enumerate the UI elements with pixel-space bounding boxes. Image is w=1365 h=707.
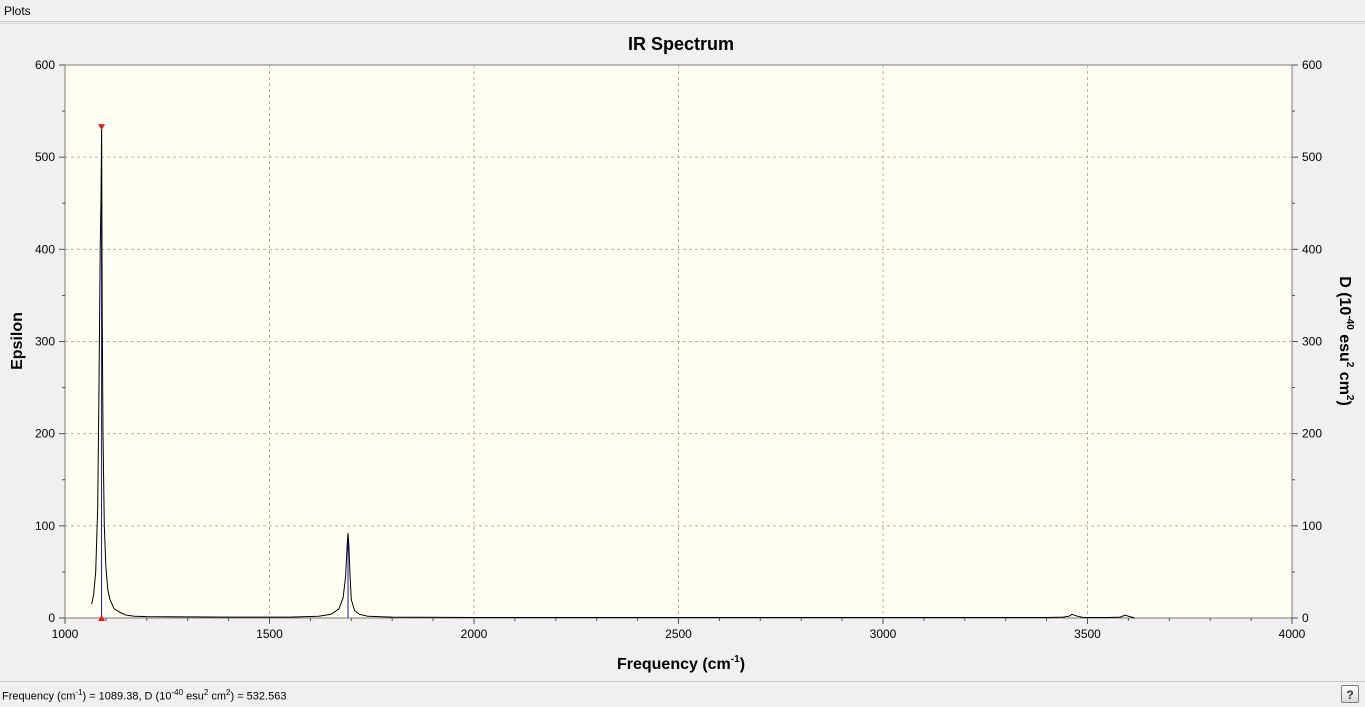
plot-area[interactable]: IR Spectrum 1000 1500 2000 2500 3000 3500 4000…	[0, 23, 1365, 681]
y2-tick-label: 100	[1302, 519, 1322, 533]
y-tick-label: 300	[35, 335, 55, 349]
x-tick-label: 2000	[461, 627, 488, 641]
y2-tick-label: 0	[1302, 611, 1309, 625]
chart-title: IR Spectrum	[628, 34, 734, 54]
y2-tick-label: 500	[1302, 150, 1322, 164]
x-tick-label: 3000	[870, 627, 897, 641]
y-tick-label: 200	[35, 427, 55, 441]
menu-plots[interactable]: Plots	[4, 4, 31, 18]
y-tick-label: 100	[35, 519, 55, 533]
ir-spectrum-chart[interactable]: IR Spectrum 1000 1500 2000 2500 3000 3500 4000…	[0, 24, 1365, 681]
y2-tick-label: 300	[1302, 335, 1322, 349]
y2-axis-label: D (10-40 esu2 cm2)	[1336, 276, 1355, 406]
statusbar: Frequency (cm-1) = 1089.38, D (10-40 esu…	[0, 681, 1365, 707]
y-tick-label: 600	[35, 58, 55, 72]
x-tick-label: 4000	[1279, 627, 1306, 641]
help-button[interactable]: ?	[1341, 685, 1359, 703]
y2-tick-label: 600	[1302, 58, 1322, 72]
x-tick-label: 1000	[52, 627, 79, 641]
x-axis-label: Frequency (cm-1)	[617, 654, 745, 673]
x-tick-label: 2500	[665, 627, 692, 641]
y-axis-label: Epsilon	[9, 312, 26, 370]
y2-tick-label: 400	[1302, 242, 1322, 256]
x-tick-label: 3500	[1074, 627, 1101, 641]
menubar: Plots	[0, 0, 1365, 22]
y-tick-label: 0	[48, 611, 55, 625]
y-tick-label: 500	[35, 150, 55, 164]
status-readout: Frequency (cm-1) = 1089.38, D (10-40 esu…	[2, 688, 287, 703]
y-tick-label: 400	[35, 242, 55, 256]
x-tick-label: 1500	[256, 627, 283, 641]
y2-tick-label: 200	[1302, 427, 1322, 441]
